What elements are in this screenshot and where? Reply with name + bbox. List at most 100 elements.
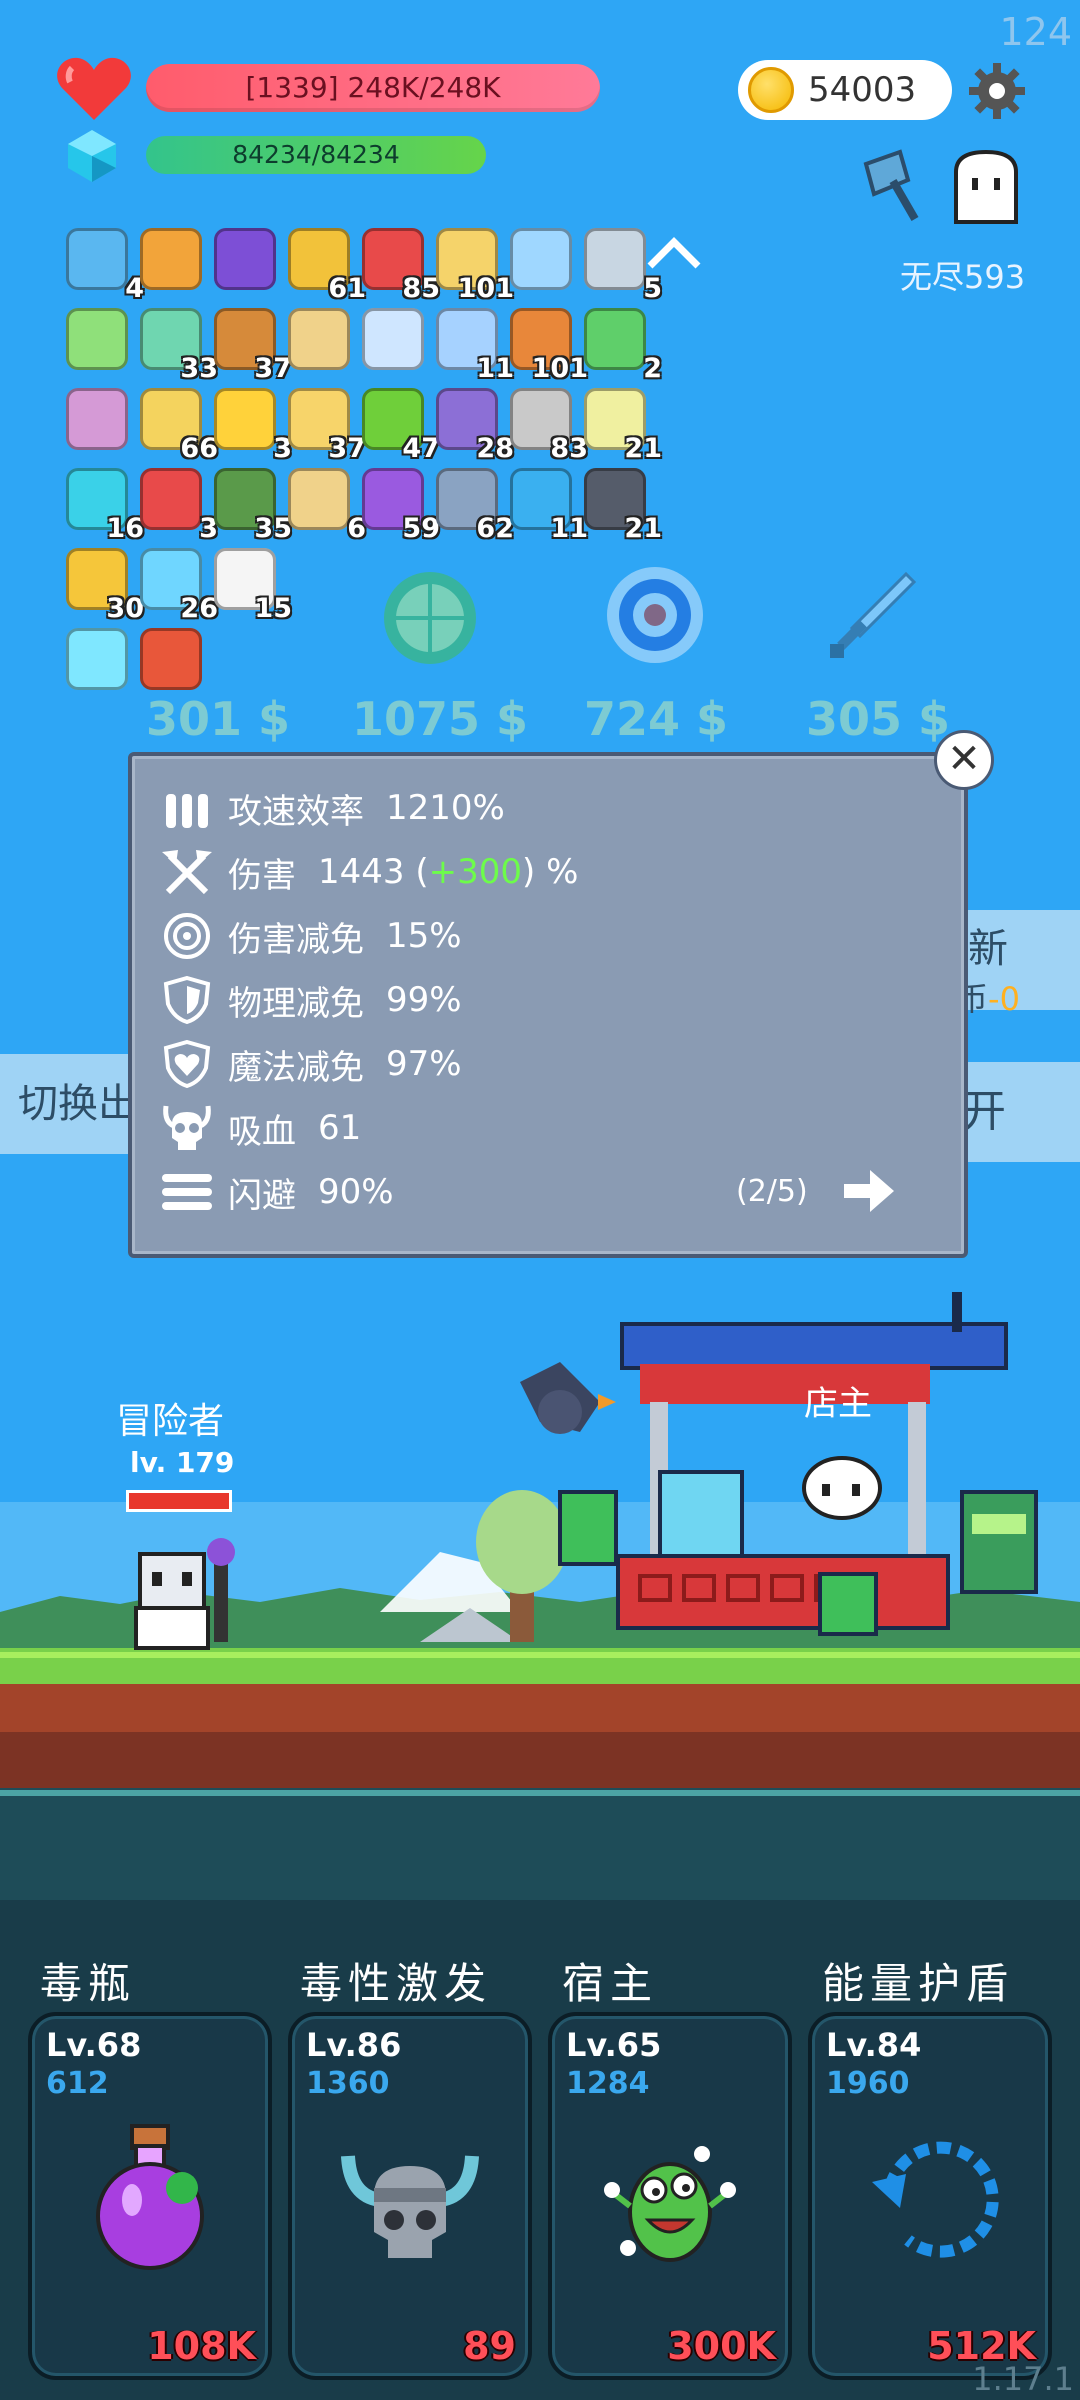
open-book-icon[interactable] bbox=[140, 228, 202, 290]
bee-swarm-icon[interactable]: 101 bbox=[436, 228, 514, 304]
sun-orb-icon[interactable]: 3 bbox=[214, 388, 292, 464]
refresh-arc-icon bbox=[872, 2141, 999, 2258]
spiral-icon[interactable]: 16 bbox=[66, 468, 144, 544]
treasure-map-icon[interactable]: 6 bbox=[288, 468, 366, 544]
viking-skull-icon bbox=[341, 2155, 479, 2258]
cash-heart-icon[interactable]: 2 bbox=[584, 308, 662, 384]
skill-power: 1284 bbox=[566, 2066, 650, 2101]
coin-amount: 54003 bbox=[808, 70, 917, 110]
stat-value: 99% bbox=[386, 980, 462, 1020]
endless-stage-label: 无尽593 bbox=[900, 258, 1026, 296]
skill-name-3: 宿主 bbox=[562, 1959, 659, 2008]
stat-physical-reduction: 物理减免 99% bbox=[160, 970, 462, 1030]
item-count: 37 bbox=[328, 433, 366, 464]
stat-label: 伤害减免 bbox=[228, 919, 364, 960]
magic-wand-icon[interactable]: 30 bbox=[66, 548, 144, 624]
stat-label: 攻速效率 bbox=[228, 791, 364, 832]
mushroom-icon[interactable]: 85 bbox=[362, 228, 440, 304]
refresh-button[interactable]: 新 币-0 bbox=[950, 910, 1080, 1018]
stat-dodge: 闪避 90% bbox=[160, 1162, 394, 1222]
crossed-axes-icon bbox=[162, 850, 212, 895]
stat-bonus: +300 bbox=[428, 852, 522, 892]
item-count: 61 bbox=[328, 273, 366, 304]
target-disc-icon[interactable]: 5 bbox=[584, 228, 662, 304]
star-card-icon[interactable]: 4 bbox=[66, 228, 144, 304]
skill-name-4: 能量护盾 bbox=[822, 1959, 1015, 2008]
blue-gem-icon[interactable]: 11 bbox=[510, 468, 588, 544]
grenade-icon[interactable]: 35 bbox=[214, 468, 292, 544]
potion-icon bbox=[96, 2124, 204, 2270]
skill-name-1: 毒瓶 bbox=[40, 1959, 137, 2008]
close-icon: ✕ bbox=[947, 736, 981, 782]
star-shield-icon[interactable]: 28 bbox=[436, 388, 514, 464]
fps-counter: 124 bbox=[999, 10, 1072, 54]
skill-level: Lv.65 bbox=[566, 2026, 662, 2064]
hero-level-label: lv. 179 bbox=[130, 1446, 235, 1479]
item-count: 16 bbox=[106, 513, 144, 544]
ice-cream-icon[interactable]: 26 bbox=[140, 548, 218, 624]
item-count: 85 bbox=[402, 273, 440, 304]
quill-note-icon[interactable]: 66 bbox=[140, 388, 218, 464]
crystal-ball-icon[interactable] bbox=[66, 388, 128, 450]
blank-tile-icon[interactable] bbox=[510, 228, 572, 290]
fire-card-icon[interactable] bbox=[140, 628, 202, 690]
item-count: 28 bbox=[476, 433, 514, 464]
skill-cost: 89 bbox=[463, 2324, 516, 2368]
item-count: 2 bbox=[643, 353, 662, 384]
arrow-right-icon[interactable] bbox=[842, 1168, 896, 1214]
shield-icon bbox=[163, 976, 211, 1024]
stat-value: 1210% bbox=[386, 788, 505, 828]
chevron-up-icon[interactable] bbox=[644, 232, 704, 272]
spellbook-icon[interactable]: 21 bbox=[584, 468, 662, 544]
item-count: 15 bbox=[254, 593, 292, 624]
purple-chest-icon[interactable]: 59 bbox=[362, 468, 440, 544]
stat-label: 吸血 bbox=[228, 1111, 296, 1152]
stat-value: 1443 ( bbox=[318, 852, 429, 892]
stat-value: 15% bbox=[386, 916, 462, 956]
skill-card-toxic-burst[interactable]: Lv.86 1360 89 bbox=[288, 2012, 532, 2380]
hook-icon[interactable]: 83 bbox=[510, 388, 588, 464]
shop-price-1: 301 $ bbox=[146, 692, 291, 746]
light-card-icon[interactable] bbox=[66, 628, 128, 690]
item-count: 101 bbox=[457, 273, 514, 304]
item-count: 33 bbox=[180, 353, 218, 384]
stat-label: 物理减免 bbox=[228, 983, 364, 1024]
item-count: 30 bbox=[106, 593, 144, 624]
ghost-icon[interactable] bbox=[950, 148, 1022, 224]
shop-cart[interactable] bbox=[558, 1292, 1038, 1636]
clipboard-icon[interactable]: 15 bbox=[214, 548, 292, 624]
percent-card-icon[interactable]: 3 bbox=[140, 468, 218, 544]
green-card-icon[interactable] bbox=[66, 308, 128, 370]
green-spirit-icon[interactable]: 33 bbox=[140, 308, 218, 384]
adventurer-sprite[interactable] bbox=[134, 1538, 235, 1650]
wizard-hat-icon[interactable] bbox=[214, 228, 276, 290]
bullets-icon bbox=[166, 794, 208, 828]
gear-icon[interactable] bbox=[968, 62, 1026, 120]
skill-card-host[interactable]: Lv.65 1284 300K bbox=[548, 2012, 792, 2380]
shop-price-2: 1075 $ bbox=[352, 692, 529, 746]
shirt-icon[interactable]: 11 bbox=[436, 308, 514, 384]
steel-shield-icon[interactable]: 62 bbox=[436, 468, 514, 544]
speed-lines-icon[interactable] bbox=[362, 308, 424, 370]
refresh-label: 新 bbox=[968, 926, 1008, 972]
open-button[interactable]: 开 bbox=[950, 1062, 1080, 1162]
axe-icon[interactable] bbox=[860, 144, 942, 226]
scroll-icon[interactable] bbox=[288, 308, 350, 370]
stat-damage-reduction: 伤害减免 15% bbox=[160, 906, 462, 966]
skill-card-energy-shield[interactable]: Lv.84 1960 512K bbox=[808, 2012, 1052, 2380]
pineapple-icon[interactable]: 61 bbox=[288, 228, 366, 304]
crossbow-icon[interactable]: 37 bbox=[214, 308, 292, 384]
halo-icon[interactable]: 21 bbox=[584, 388, 662, 464]
item-count: 83 bbox=[550, 433, 588, 464]
stat-lifesteal: 吸血 61 bbox=[160, 1098, 361, 1158]
cheese-icon[interactable]: 37 bbox=[288, 388, 366, 464]
lime-icon[interactable]: 47 bbox=[362, 388, 440, 464]
briefcase-icon[interactable]: 101 bbox=[510, 308, 588, 384]
close-button[interactable]: ✕ bbox=[934, 730, 994, 790]
dash-lines-icon bbox=[162, 1174, 212, 1210]
item-count: 66 bbox=[180, 433, 218, 464]
skill-cost: 108K bbox=[147, 2324, 256, 2368]
item-count: 5 bbox=[643, 273, 662, 304]
skill-card-poison-bottle[interactable]: Lv.68 612 108K bbox=[28, 2012, 272, 2380]
game-scene bbox=[0, 1292, 1080, 1900]
